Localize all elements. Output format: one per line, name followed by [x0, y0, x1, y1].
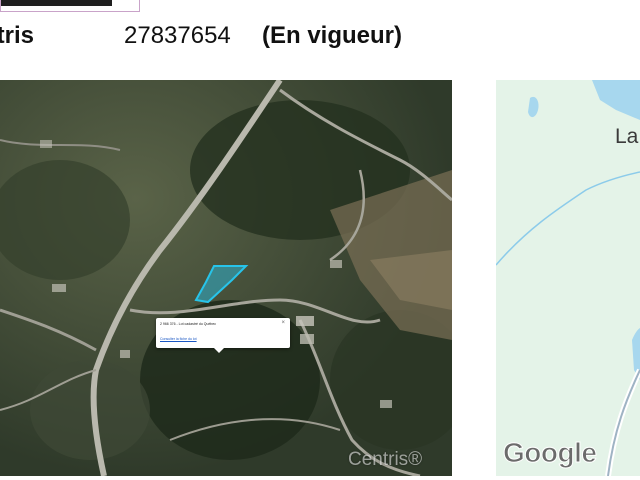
satellite-map[interactable]: 2 966 376 - Lot cadastré du Québec Consu…	[0, 80, 452, 476]
listing-id-row: ntris 27837654 (En vigueur)	[0, 20, 640, 56]
satellite-imagery	[0, 80, 452, 476]
lot-popup: 2 966 376 - Lot cadastré du Québec Consu…	[156, 318, 290, 353]
thumbnail-frame	[0, 0, 140, 12]
popup-link[interactable]: Consulter la fiche du lot	[160, 337, 197, 341]
close-icon[interactable]: ×	[281, 320, 285, 326]
centris-watermark: Centris®	[348, 449, 423, 470]
top-strip	[0, 0, 640, 16]
centris-label: ntris	[0, 22, 35, 49]
listing-status: (En vigueur)	[262, 22, 403, 49]
google-logo: Google	[502, 437, 597, 469]
place-label: La	[615, 125, 639, 148]
popup-pointer	[214, 348, 224, 353]
mls-number: 27837654	[124, 22, 231, 49]
popup-title: 2 966 376 - Lot cadastré du Québec	[160, 322, 217, 326]
